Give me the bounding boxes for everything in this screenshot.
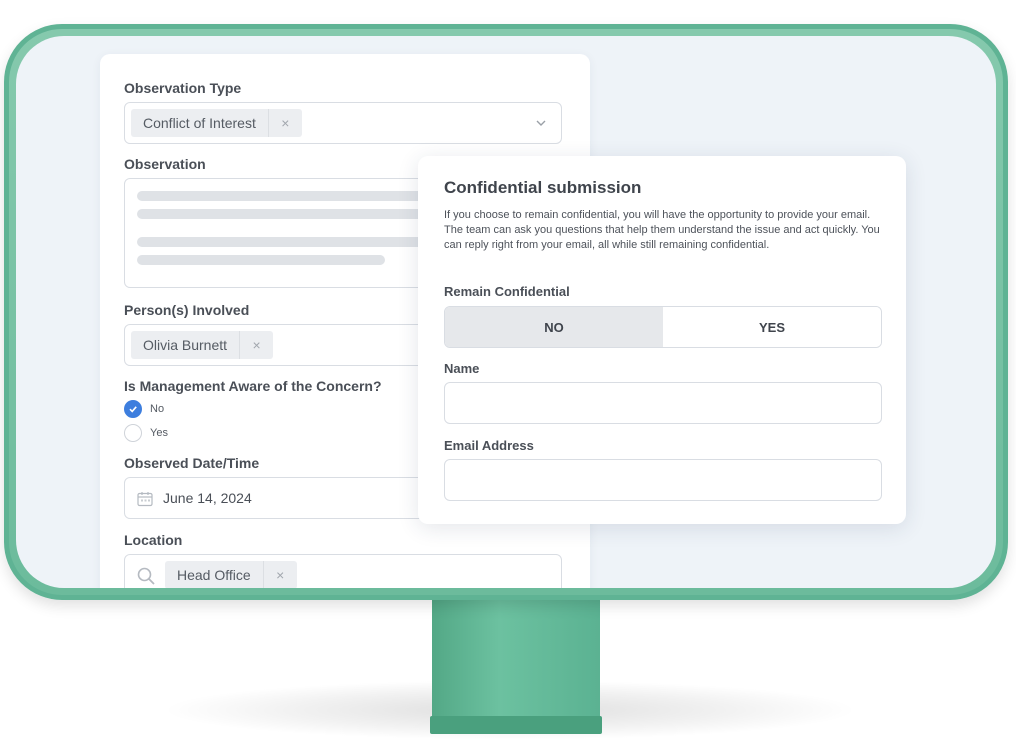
- text-placeholder-line: [137, 255, 385, 265]
- remain-confidential-label: Remain Confidential: [444, 284, 570, 299]
- radio-option-yes[interactable]: Yes: [124, 424, 168, 442]
- observed-date-value: June 14, 2024: [163, 490, 252, 506]
- name-input[interactable]: [444, 382, 882, 424]
- close-icon[interactable]: ×: [267, 109, 302, 137]
- name-label: Name: [444, 361, 480, 376]
- email-label: Email Address: [444, 438, 534, 453]
- radio-label-no: No: [150, 403, 165, 415]
- chevron-down-icon[interactable]: [533, 115, 549, 131]
- person-chip-label: Olivia Burnett: [143, 337, 228, 353]
- toggle-no-button[interactable]: NO: [445, 307, 663, 347]
- observed-date-label: Observed Date/Time: [124, 455, 260, 471]
- confidential-description: If you choose to remain confidential, yo…: [444, 209, 880, 251]
- radio-button-checked[interactable]: [124, 400, 142, 418]
- email-input[interactable]: [444, 459, 882, 501]
- radio-option-no[interactable]: No: [124, 400, 164, 418]
- text-placeholder-line: [137, 237, 437, 247]
- location-label: Location: [124, 532, 183, 548]
- radio-label-yes: Yes: [150, 427, 168, 439]
- observation-type-label: Observation Type: [124, 80, 242, 96]
- remain-confidential-toggle: NO YES: [444, 306, 882, 348]
- search-icon: [135, 565, 157, 587]
- observation-type-chip: Conflict of Interest ×: [131, 109, 302, 137]
- person-chip: Olivia Burnett ×: [131, 331, 274, 359]
- monitor-screen: Observation Type Conflict of Interest × …: [16, 36, 996, 588]
- text-placeholder-line: [137, 209, 437, 219]
- management-aware-label: Is Management Aware of the Concern?: [124, 378, 382, 394]
- location-chip-label: Head Office: [177, 567, 251, 583]
- location-chip: Head Office ×: [165, 561, 297, 588]
- calendar-icon: [135, 489, 155, 509]
- observation-type-chip-label: Conflict of Interest: [143, 115, 256, 131]
- persons-involved-label: Person(s) Involved: [124, 302, 250, 318]
- monitor-stand: [432, 598, 600, 733]
- confidential-submission-panel: Confidential submission If you choose to…: [418, 156, 906, 524]
- observation-type-select[interactable]: Conflict of Interest ×: [124, 102, 562, 144]
- toggle-yes-button[interactable]: YES: [663, 307, 881, 347]
- monitor-stand-base: [430, 716, 602, 734]
- text-placeholder-line: [137, 191, 437, 201]
- confidential-title: Confidential submission: [444, 178, 642, 197]
- close-icon[interactable]: ×: [262, 561, 297, 588]
- location-select[interactable]: Head Office ×: [124, 554, 562, 588]
- observation-label: Observation: [124, 156, 206, 172]
- close-icon[interactable]: ×: [239, 331, 273, 359]
- check-icon: [129, 406, 137, 413]
- radio-button[interactable]: [124, 424, 142, 442]
